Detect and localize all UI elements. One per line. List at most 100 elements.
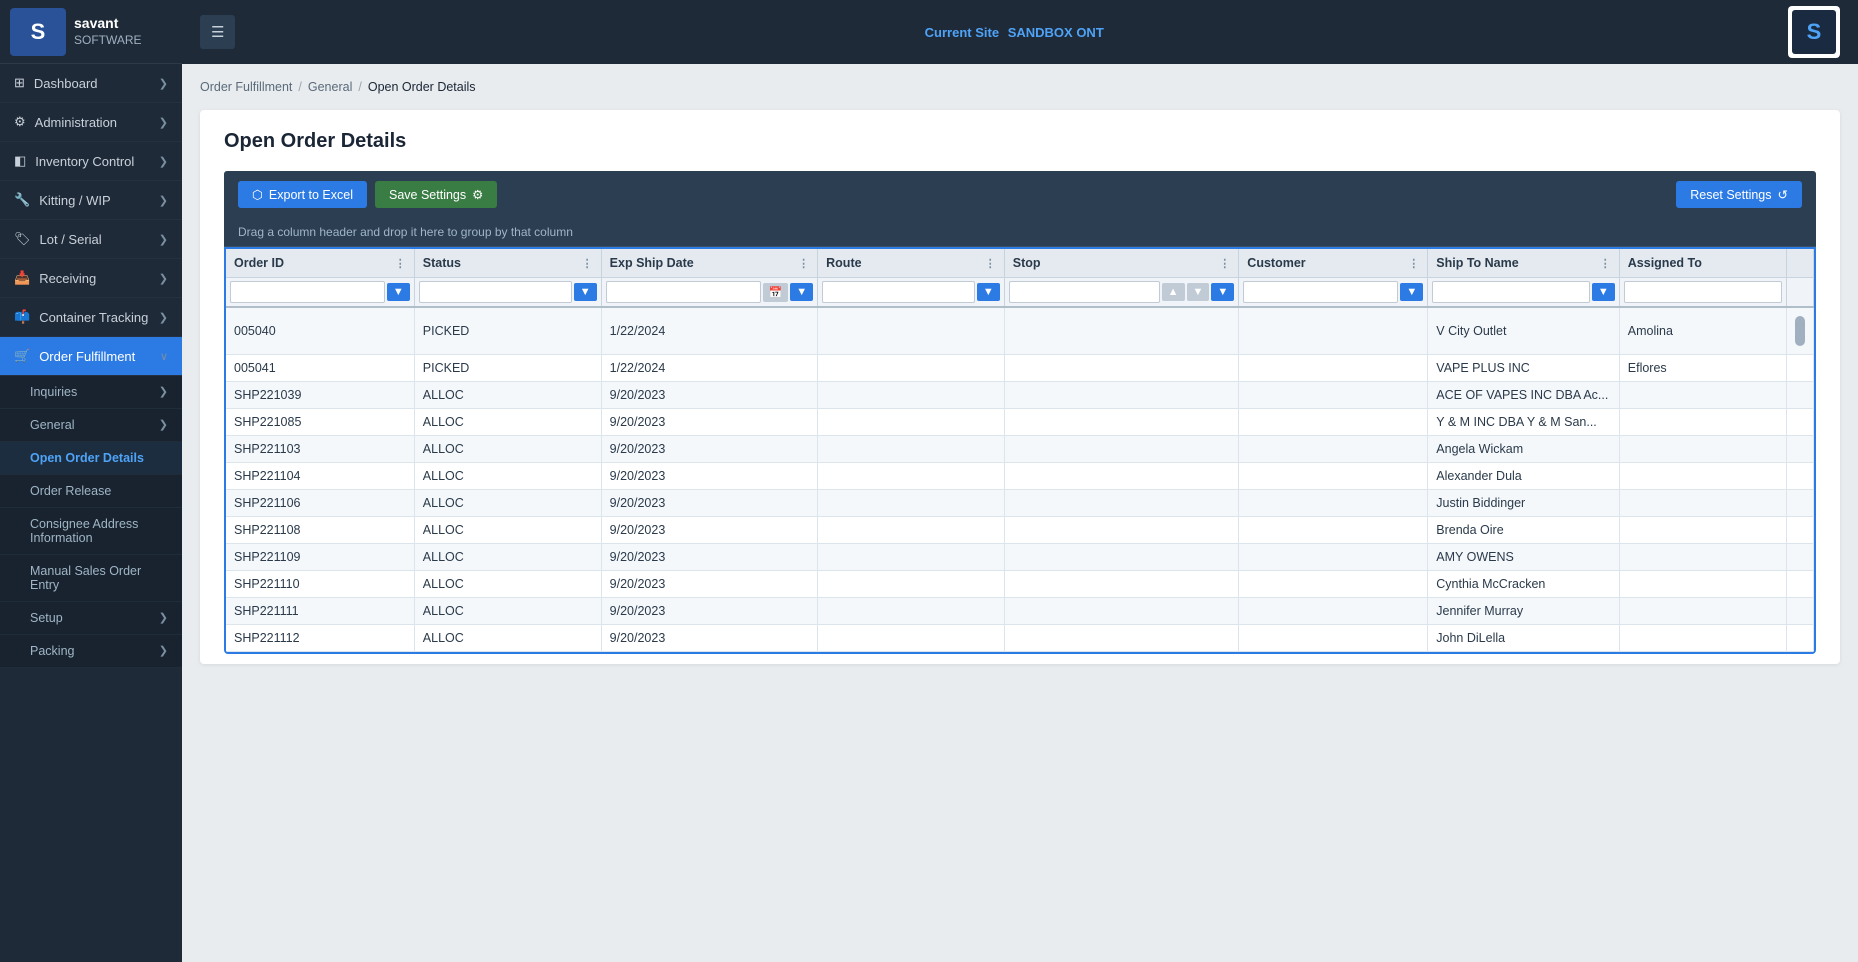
filter-route: ▼ <box>818 278 1005 308</box>
filter-order-id-input[interactable] <box>230 281 385 303</box>
chevron-icon: ❯ <box>159 311 168 324</box>
sidebar-sub-item-open-order-details[interactable]: Open Order Details <box>0 442 182 475</box>
table-row[interactable]: SHP221112ALLOC9/20/2023John DiLella <box>226 625 1814 652</box>
filter-assigned-to <box>1619 278 1786 308</box>
sidebar-sub-item-manual-sales-order[interactable]: Manual Sales Order Entry <box>0 555 182 602</box>
filter-order-id: ▼ <box>226 278 414 308</box>
filter-stop-input[interactable] <box>1009 281 1160 303</box>
table-cell <box>1004 463 1239 490</box>
table-cell <box>1004 307 1239 355</box>
sidebar-item-label: Order Fulfillment <box>39 349 135 364</box>
filter-status-input[interactable] <box>419 281 572 303</box>
table-cell <box>1239 517 1428 544</box>
col-menu-icon[interactable]: ⋮ <box>395 257 406 270</box>
sidebar-sub-item-order-release[interactable]: Order Release <box>0 475 182 508</box>
table-cell: 9/20/2023 <box>601 409 817 436</box>
sidebar-item-label: Container Tracking <box>39 310 148 325</box>
scroll-col <box>1787 463 1814 490</box>
table-row[interactable]: SHP221104ALLOC9/20/2023Alexander Dula <box>226 463 1814 490</box>
save-settings-button[interactable]: Save Settings ⚙ <box>375 181 497 208</box>
table-cell: Angela Wickam <box>1428 436 1619 463</box>
table-cell <box>1239 307 1428 355</box>
filter-stop-filter-btn[interactable]: ▼ <box>1211 283 1234 301</box>
sidebar-sub-item-setup[interactable]: Setup ❯ <box>0 602 182 635</box>
sidebar-sub-item-packing[interactable]: Packing ❯ <box>0 635 182 668</box>
filter-ship-to-name-input[interactable] <box>1432 281 1590 303</box>
sidebar-item-administration[interactable]: ⚙ Administration ❯ <box>0 103 182 142</box>
filter-date-filter-btn[interactable]: ▼ <box>790 283 813 301</box>
col-menu-icon[interactable]: ⋮ <box>1219 257 1230 270</box>
filter-assigned-to-input[interactable] <box>1624 281 1782 303</box>
table-row[interactable]: SHP221111ALLOC9/20/2023Jennifer Murray <box>226 598 1814 625</box>
sidebar-item-inventory-control[interactable]: ◧ Inventory Control ❯ <box>0 142 182 181</box>
col-menu-icon[interactable]: ⋮ <box>798 257 809 270</box>
hamburger-button[interactable]: ☰ <box>200 15 235 49</box>
table-cell <box>1239 436 1428 463</box>
sidebar-sub-item-consignee-address[interactable]: Consignee Address Information <box>0 508 182 555</box>
filter-stop-down-btn[interactable]: ▼ <box>1187 283 1210 301</box>
table-cell: Justin Biddinger <box>1428 490 1619 517</box>
logo-text: savant SOFTWARE <box>74 14 142 48</box>
filter-status-btn[interactable]: ▼ <box>574 283 597 301</box>
sidebar-item-receiving[interactable]: 📥 Receiving ❯ <box>0 259 182 298</box>
table-cell <box>1004 382 1239 409</box>
table-row[interactable]: SHP221109ALLOC9/20/2023AMY OWENS <box>226 544 1814 571</box>
sidebar-item-container-tracking[interactable]: 📫 Container Tracking ❯ <box>0 298 182 337</box>
table-cell: 9/20/2023 <box>601 571 817 598</box>
filter-date-input[interactable] <box>606 281 761 303</box>
table-cell: 9/20/2023 <box>601 517 817 544</box>
table-row[interactable]: 005040PICKED1/22/2024V City OutletAmolin… <box>226 307 1814 355</box>
table-cell: SHP221109 <box>226 544 414 571</box>
filter-date-cal-btn[interactable]: 📅 <box>763 283 789 302</box>
table-cell: SHP221112 <box>226 625 414 652</box>
filter-order-id-btn[interactable]: ▼ <box>387 283 410 301</box>
table-cell <box>1004 571 1239 598</box>
table-row[interactable]: 005041PICKED1/22/2024VAPE PLUS INCEflore… <box>226 355 1814 382</box>
inventory-icon: ◧ <box>14 153 26 169</box>
chevron-icon: ❯ <box>159 194 168 207</box>
col-menu-icon[interactable]: ⋮ <box>1600 257 1611 270</box>
sidebar-item-order-fulfillment[interactable]: 🛒 Order Fulfillment ∨ <box>0 337 182 376</box>
table-row[interactable]: SHP221108ALLOC9/20/2023Brenda Oire <box>226 517 1814 544</box>
grid-body: 005040PICKED1/22/2024V City OutletAmolin… <box>226 307 1814 652</box>
filter-stop-up-btn[interactable]: ▲ <box>1162 283 1185 301</box>
filter-route-input[interactable] <box>822 281 975 303</box>
sidebar-item-label: Kitting / WIP <box>39 193 111 208</box>
breadcrumb-general[interactable]: General <box>308 80 352 94</box>
sidebar-item-lot-serial[interactable]: 🏷 Lot / Serial ❯ <box>0 220 182 259</box>
sidebar-sub-item-inquiries[interactable]: Inquiries ❯ <box>0 376 182 409</box>
sidebar-item-dashboard[interactable]: ⊞ Dashboard ❯ <box>0 64 182 103</box>
export-to-excel-button[interactable]: ⬡ Export to Excel <box>238 181 367 208</box>
breadcrumb-order-fulfillment[interactable]: Order Fulfillment <box>200 80 292 94</box>
table-cell: 9/20/2023 <box>601 598 817 625</box>
table-row[interactable]: SHP221103ALLOC9/20/2023Angela Wickam <box>226 436 1814 463</box>
sidebar-item-kitting-wip[interactable]: 🔧 Kitting / WIP ❯ <box>0 181 182 220</box>
table-row[interactable]: SHP221039ALLOC9/20/2023ACE OF VAPES INC … <box>226 382 1814 409</box>
table-row[interactable]: SHP221085ALLOC9/20/2023Y & M INC DBA Y &… <box>226 409 1814 436</box>
table-cell <box>1004 544 1239 571</box>
filter-customer-btn[interactable]: ▼ <box>1400 283 1423 301</box>
filter-customer-input[interactable] <box>1243 281 1398 303</box>
col-menu-icon[interactable]: ⋮ <box>1408 257 1419 270</box>
grid-table: Order ID ⋮ Status ⋮ <box>226 249 1814 652</box>
col-menu-icon[interactable]: ⋮ <box>985 257 996 270</box>
table-cell: SHP221111 <box>226 598 414 625</box>
filter-route-btn[interactable]: ▼ <box>977 283 1000 301</box>
breadcrumb: Order Fulfillment / General / Open Order… <box>200 78 1840 96</box>
table-cell: 1/22/2024 <box>601 355 817 382</box>
chevron-down-icon: ∨ <box>160 350 168 363</box>
filter-customer: ▼ <box>1239 278 1428 308</box>
receiving-icon: 📥 <box>14 270 30 286</box>
table-row[interactable]: SHP221110ALLOC9/20/2023Cynthia McCracken <box>226 571 1814 598</box>
data-grid: Order ID ⋮ Status ⋮ <box>224 247 1816 654</box>
chevron-icon: ❯ <box>159 272 168 285</box>
sidebar-sub-item-general[interactable]: General ❯ <box>0 409 182 442</box>
table-cell: SHP221039 <box>226 382 414 409</box>
chevron-right-icon: ❯ <box>159 611 168 624</box>
filter-ship-to-name-btn[interactable]: ▼ <box>1592 283 1615 301</box>
table-row[interactable]: SHP221106ALLOC9/20/2023Justin Biddinger <box>226 490 1814 517</box>
table-cell: ALLOC <box>414 436 601 463</box>
col-menu-icon[interactable]: ⋮ <box>582 257 593 270</box>
chevron-icon: ❯ <box>159 77 168 90</box>
reset-settings-button[interactable]: Reset Settings ↺ <box>1676 181 1802 208</box>
